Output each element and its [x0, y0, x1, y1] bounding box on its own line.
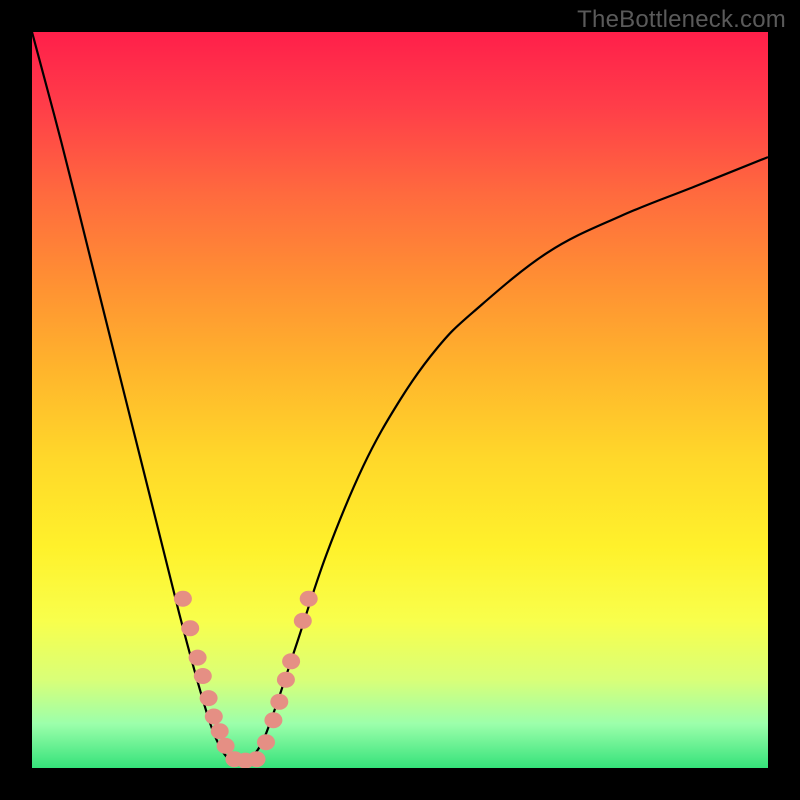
marker-point [200, 690, 218, 706]
marker-point [194, 668, 212, 684]
marker-point [205, 709, 223, 725]
chart-frame: TheBottleneck.com [0, 0, 800, 800]
marker-point [264, 712, 282, 728]
plot-area [32, 32, 768, 768]
bottleneck-curve [32, 32, 768, 763]
marker-point [217, 738, 235, 754]
marker-point [277, 672, 295, 688]
watermark-text: TheBottleneck.com [577, 6, 786, 34]
marker-point [181, 620, 199, 636]
curve-layer [32, 32, 768, 768]
marker-point [270, 694, 288, 710]
marker-point [282, 653, 300, 669]
marker-point [294, 613, 312, 629]
marker-point [189, 650, 207, 666]
marker-point [211, 723, 229, 739]
marker-point [300, 591, 318, 607]
marker-point [174, 591, 192, 607]
marker-point [257, 734, 275, 750]
highlight-markers [174, 591, 318, 768]
marker-point [248, 751, 266, 767]
